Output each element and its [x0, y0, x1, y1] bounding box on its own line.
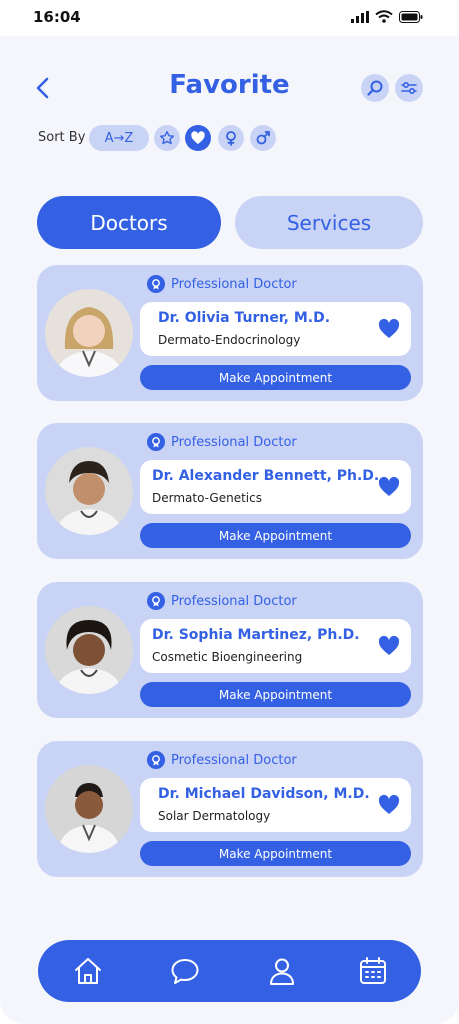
doctor-specialty: Solar Dermatology	[158, 809, 271, 823]
badge-label: Professional Doctor	[171, 276, 297, 292]
make-appointment-button[interactable]: Make Appointment	[140, 682, 411, 707]
nav-home[interactable]	[72, 955, 104, 987]
doctor-specialty: Dermato-Genetics	[152, 491, 262, 505]
sort-rating-chip[interactable]	[154, 125, 180, 151]
doctor-specialty: Dermato-Endocrinology	[158, 333, 301, 347]
award-icon	[147, 433, 165, 451]
sort-label: Sort By	[38, 130, 86, 145]
sort-favorite-chip[interactable]	[185, 125, 211, 151]
professional-badge: Professional Doctor	[147, 751, 297, 769]
heart-icon	[378, 318, 400, 338]
doctor-avatar	[45, 606, 133, 694]
favorite-screen: 16:04 Favorite Sort By A→Z Doctors Servi…	[0, 0, 459, 1024]
home-icon	[75, 958, 101, 984]
award-icon	[147, 751, 165, 769]
nav-calendar[interactable]	[357, 955, 389, 987]
heart-icon	[378, 794, 400, 814]
sort-female-chip[interactable]	[218, 125, 244, 151]
professional-badge: Professional Doctor	[147, 433, 297, 451]
doctor-info[interactable]: Dr. Olivia Turner, M.D. Dermato-Endocrin…	[140, 302, 411, 356]
status-bar: 16:04	[0, 0, 459, 36]
make-appointment-button[interactable]: Make Appointment	[140, 841, 411, 866]
doctor-card: Professional Doctor Dr. Sophia Martinez,…	[37, 582, 423, 718]
heart-icon	[378, 635, 400, 655]
professional-badge: Professional Doctor	[147, 592, 297, 610]
badge-label: Professional Doctor	[171, 752, 297, 768]
nav-chat[interactable]	[169, 955, 201, 987]
battery-icon	[399, 10, 423, 23]
favorite-button[interactable]	[377, 793, 401, 817]
female-icon	[226, 131, 236, 146]
heart-icon	[378, 476, 400, 496]
bottom-nav	[38, 940, 421, 1002]
doctor-card: Professional Doctor Dr. Alexander Bennet…	[37, 423, 423, 559]
make-appointment-button[interactable]: Make Appointment	[140, 523, 411, 548]
professional-badge: Professional Doctor	[147, 275, 297, 293]
star-icon	[160, 131, 174, 145]
make-appointment-button[interactable]: Make Appointment	[140, 365, 411, 390]
award-icon	[147, 592, 165, 610]
doctor-info[interactable]: Dr. Sophia Martinez, Ph.D. Cosmetic Bioe…	[140, 619, 411, 673]
tab-services[interactable]: Services	[235, 196, 423, 249]
status-icons	[351, 10, 423, 23]
signal-icon	[351, 10, 369, 23]
doctor-name: Dr. Michael Davidson, M.D.	[158, 786, 370, 802]
status-time: 16:04	[33, 8, 81, 26]
search-icon	[367, 80, 383, 96]
doctor-info[interactable]: Dr. Michael Davidson, M.D. Solar Dermato…	[140, 778, 411, 832]
doctor-avatar	[45, 289, 133, 377]
award-icon	[147, 275, 165, 293]
doctor-card: Professional Doctor Dr. Olivia Turner, M…	[37, 265, 423, 401]
nav-profile[interactable]	[266, 955, 298, 987]
sort-male-chip[interactable]	[250, 125, 276, 151]
search-button[interactable]	[361, 74, 389, 102]
wifi-icon	[375, 10, 393, 23]
filter-icon	[401, 81, 417, 95]
doctor-info[interactable]: Dr. Alexander Bennett, Ph.D. Dermato-Gen…	[140, 460, 411, 514]
tab-doctors[interactable]: Doctors	[37, 196, 221, 249]
filter-button[interactable]	[395, 74, 423, 102]
sort-az-chip[interactable]: A→Z	[89, 125, 149, 151]
doctor-name: Dr. Olivia Turner, M.D.	[158, 310, 331, 326]
page-title: Favorite	[169, 70, 290, 100]
favorite-button[interactable]	[377, 475, 401, 499]
doctor-card: Professional Doctor Dr. Michael Davidson…	[37, 741, 423, 877]
male-icon	[256, 131, 270, 145]
heart-icon	[191, 131, 205, 144]
favorite-button[interactable]	[377, 317, 401, 341]
doctor-avatar	[45, 765, 133, 853]
doctor-name: Dr. Sophia Martinez, Ph.D.	[152, 627, 360, 643]
doctor-avatar	[45, 447, 133, 535]
calendar-icon	[360, 957, 386, 984]
favorite-button[interactable]	[377, 634, 401, 658]
chat-icon	[171, 959, 199, 984]
doctor-specialty: Cosmetic Bioengineering	[152, 650, 303, 664]
doctor-name: Dr. Alexander Bennett, Ph.D.	[152, 468, 380, 484]
profile-icon	[270, 958, 294, 985]
badge-label: Professional Doctor	[171, 434, 297, 450]
badge-label: Professional Doctor	[171, 593, 297, 609]
